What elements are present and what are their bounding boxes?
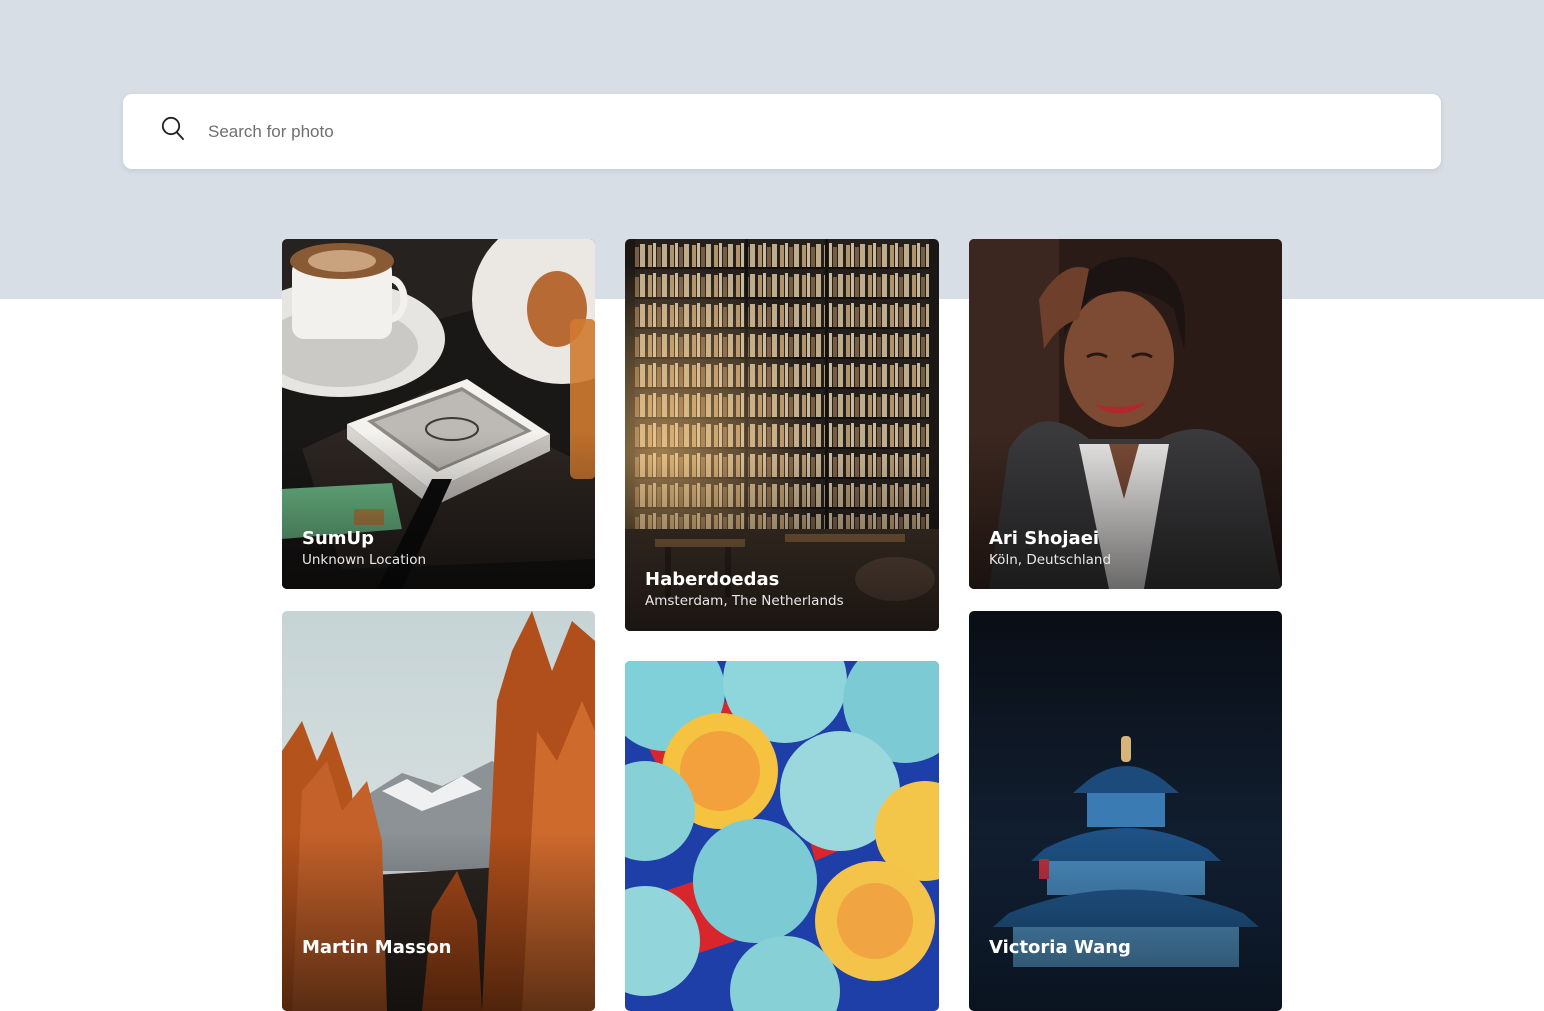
photo-caption: Martin Masson bbox=[302, 937, 451, 960]
photo-card-haberdoedas[interactable]: Haberdoedas Amsterdam, The Netherlands bbox=[625, 239, 939, 631]
photo-card-ari-shojaei[interactable]: Ari Shojaei Köln, Deutschland bbox=[969, 239, 1282, 589]
search-input[interactable] bbox=[208, 94, 1388, 169]
search-icon[interactable] bbox=[160, 115, 186, 143]
photographer-name[interactable]: Haberdoedas bbox=[645, 569, 844, 591]
photographer-name[interactable]: Ari Shojaei bbox=[989, 528, 1111, 550]
photo-caption: Haberdoedas Amsterdam, The Netherlands bbox=[645, 569, 844, 610]
photo-card-sumup[interactable]: SumUp Unknown Location bbox=[282, 239, 595, 589]
search-bar[interactable] bbox=[123, 94, 1441, 169]
caption-gradient bbox=[969, 831, 1282, 1011]
photo-card-abstract[interactable] bbox=[625, 661, 939, 1011]
photographer-name[interactable]: Martin Masson bbox=[302, 937, 451, 959]
photo-image bbox=[625, 661, 939, 1011]
photo-card-martin-masson[interactable]: Martin Masson bbox=[282, 611, 595, 1011]
photo-location: Köln, Deutschland bbox=[989, 552, 1112, 568]
photo-location: Amsterdam, The Netherlands bbox=[645, 593, 844, 609]
photo-caption: Victoria Wang bbox=[989, 937, 1131, 960]
photo-caption: Ari Shojaei Köln, Deutschland bbox=[989, 528, 1111, 569]
photo-caption: SumUp Unknown Location bbox=[302, 528, 426, 569]
caption-gradient bbox=[282, 831, 595, 1011]
photo-location: Unknown Location bbox=[302, 552, 427, 568]
photo-card-victoria-wang[interactable]: Victoria Wang bbox=[969, 611, 1282, 1011]
photographer-name[interactable]: SumUp bbox=[302, 528, 426, 550]
photographer-name[interactable]: Victoria Wang bbox=[989, 937, 1131, 959]
